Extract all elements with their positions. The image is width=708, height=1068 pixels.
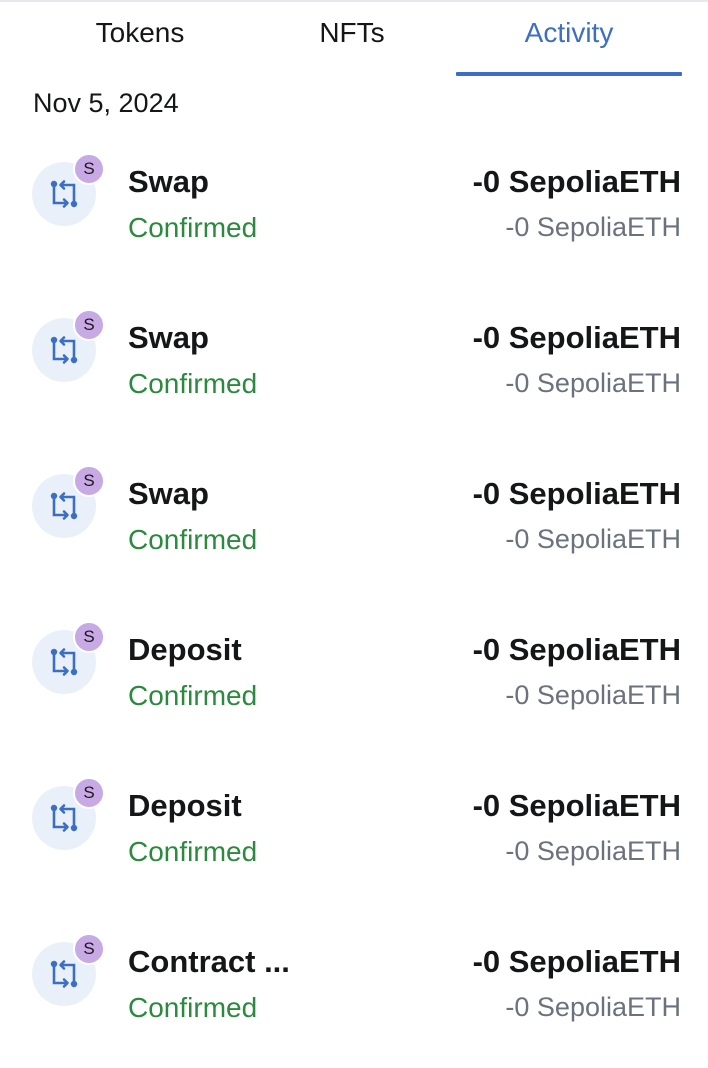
- activity-row[interactable]: S Swap Confirmed -0 SepoliaETH -0 Sepoli…: [0, 444, 708, 600]
- activity-row[interactable]: S Contract ... Confirmed -0 SepoliaETH -…: [0, 912, 708, 1068]
- primary-amount: -0 SepoliaETH: [472, 788, 681, 823]
- secondary-amount: -0 SepoliaETH: [505, 212, 681, 242]
- network-badge: S: [73, 933, 105, 965]
- primary-amount: -0 SepoliaETH: [472, 164, 681, 199]
- date-header: Nov 5, 2024: [33, 88, 179, 118]
- transaction-title: Deposit: [128, 788, 242, 823]
- transaction-status: Confirmed: [128, 680, 258, 711]
- swap-arrows-icon: [50, 804, 78, 832]
- active-tab-indicator: [456, 72, 682, 76]
- network-badge: S: [73, 153, 105, 185]
- primary-amount: -0 SepoliaETH: [472, 320, 681, 355]
- transaction-title: Swap: [128, 320, 209, 355]
- network-badge: S: [73, 309, 105, 341]
- secondary-amount: -0 SepoliaETH: [505, 368, 681, 398]
- transaction-title: Contract ...: [128, 944, 290, 979]
- primary-amount: -0 SepoliaETH: [472, 632, 681, 667]
- transaction-status: Confirmed: [128, 368, 258, 399]
- tab-activity[interactable]: Activity: [456, 0, 682, 78]
- network-badge: S: [73, 465, 105, 497]
- transaction-status: Confirmed: [128, 992, 258, 1023]
- transaction-title: Swap: [128, 476, 209, 511]
- transaction-status: Confirmed: [128, 212, 258, 243]
- activity-row[interactable]: S Deposit Confirmed -0 SepoliaETH -0 Sep…: [0, 756, 708, 912]
- activity-row[interactable]: S Swap Confirmed -0 SepoliaETH -0 Sepoli…: [0, 132, 708, 288]
- secondary-amount: -0 SepoliaETH: [505, 524, 681, 554]
- secondary-amount: -0 SepoliaETH: [505, 992, 681, 1022]
- primary-amount: -0 SepoliaETH: [472, 476, 681, 511]
- primary-amount: -0 SepoliaETH: [472, 944, 681, 979]
- swap-arrows-icon: [50, 336, 78, 364]
- swap-arrows-icon: [50, 960, 78, 988]
- activity-row[interactable]: S Deposit Confirmed -0 SepoliaETH -0 Sep…: [0, 600, 708, 756]
- swap-arrows-icon: [50, 180, 78, 208]
- swap-arrows-icon: [50, 492, 78, 520]
- network-badge: S: [73, 777, 105, 809]
- secondary-amount: -0 SepoliaETH: [505, 680, 681, 710]
- transaction-status: Confirmed: [128, 524, 258, 555]
- network-badge: S: [73, 621, 105, 653]
- transaction-title: Swap: [128, 164, 209, 199]
- activity-row[interactable]: S Swap Confirmed -0 SepoliaETH -0 Sepoli…: [0, 288, 708, 444]
- tab-bar: Tokens NFTs Activity: [0, 0, 708, 78]
- tab-nfts[interactable]: NFTs: [240, 0, 464, 78]
- transaction-title: Deposit: [128, 632, 242, 667]
- tab-tokens[interactable]: Tokens: [26, 0, 254, 78]
- swap-arrows-icon: [50, 648, 78, 676]
- transaction-status: Confirmed: [128, 836, 258, 867]
- secondary-amount: -0 SepoliaETH: [505, 836, 681, 866]
